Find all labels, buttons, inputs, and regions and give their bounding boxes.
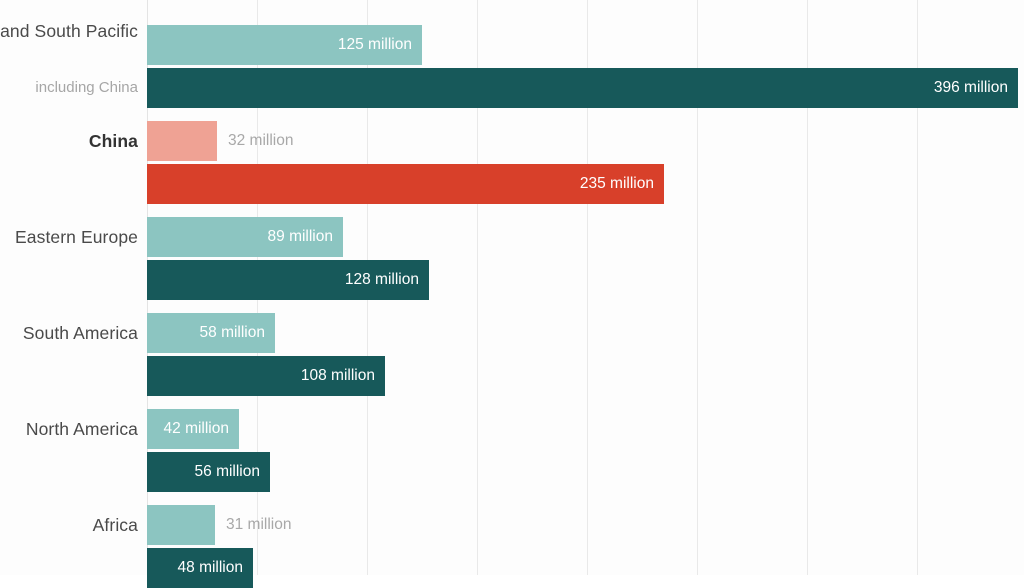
bar-value-label: 125 million xyxy=(337,36,412,53)
bar-value-label: 235 million xyxy=(579,175,654,192)
bar-row: 48 million xyxy=(147,548,1024,588)
category-sublabel: including China xyxy=(35,79,138,96)
bar-row: 31 million xyxy=(147,505,1024,545)
bar-row: 235 million xyxy=(147,164,1024,204)
bar-value-label: 56 million xyxy=(194,463,260,480)
bar-value-label: 396 million xyxy=(933,79,1008,96)
category-label: North America xyxy=(25,418,138,439)
bar-chart: Asia and South Pacific including China 125… xyxy=(0,0,1024,588)
bar[interactable] xyxy=(147,505,215,545)
bar-row: 32 million xyxy=(147,121,1024,161)
category-label: China xyxy=(88,130,138,151)
bar-group: South America 58 million 108 million xyxy=(0,313,1024,396)
bar-value-label: 31 million xyxy=(226,516,292,533)
category-label: South America xyxy=(22,322,138,343)
bar-group: Asia and South Pacific including China 125… xyxy=(0,21,1024,108)
bar-value-label: 108 million xyxy=(300,367,375,384)
bar-row: 396 million xyxy=(147,68,1024,108)
bar-row: 128 million xyxy=(147,260,1024,300)
bar-value-label: 128 million xyxy=(344,271,419,288)
bar-row: 42 million xyxy=(147,409,1024,449)
bar-row: 125 million xyxy=(147,25,1024,65)
bar-row: 108 million xyxy=(147,356,1024,396)
bar-row: 56 million xyxy=(147,452,1024,492)
bar-group: China 32 million 235 million xyxy=(0,121,1024,204)
bar-row: 58 million xyxy=(147,313,1024,353)
bar-value-label: 48 million xyxy=(177,559,243,576)
bar-value-label: 32 million xyxy=(228,132,294,149)
bar-value-label: 58 million xyxy=(199,324,265,341)
category-label: Eastern Europe xyxy=(14,226,138,247)
category-label: Asia and South Pacific xyxy=(0,21,138,41)
bar-group: North America 42 million 56 million xyxy=(0,409,1024,492)
bar-group: Africa 31 million 48 million xyxy=(0,505,1024,588)
bar-row: 89 million xyxy=(147,217,1024,257)
bar[interactable] xyxy=(147,121,217,161)
bar-group: Eastern Europe 89 million 128 million xyxy=(0,217,1024,300)
category-label: Africa xyxy=(92,514,138,535)
bar-value-label: 89 million xyxy=(267,228,333,245)
bar-value-label: 42 million xyxy=(163,420,229,437)
plot-area: Asia and South Pacific including China 125… xyxy=(0,0,1024,588)
